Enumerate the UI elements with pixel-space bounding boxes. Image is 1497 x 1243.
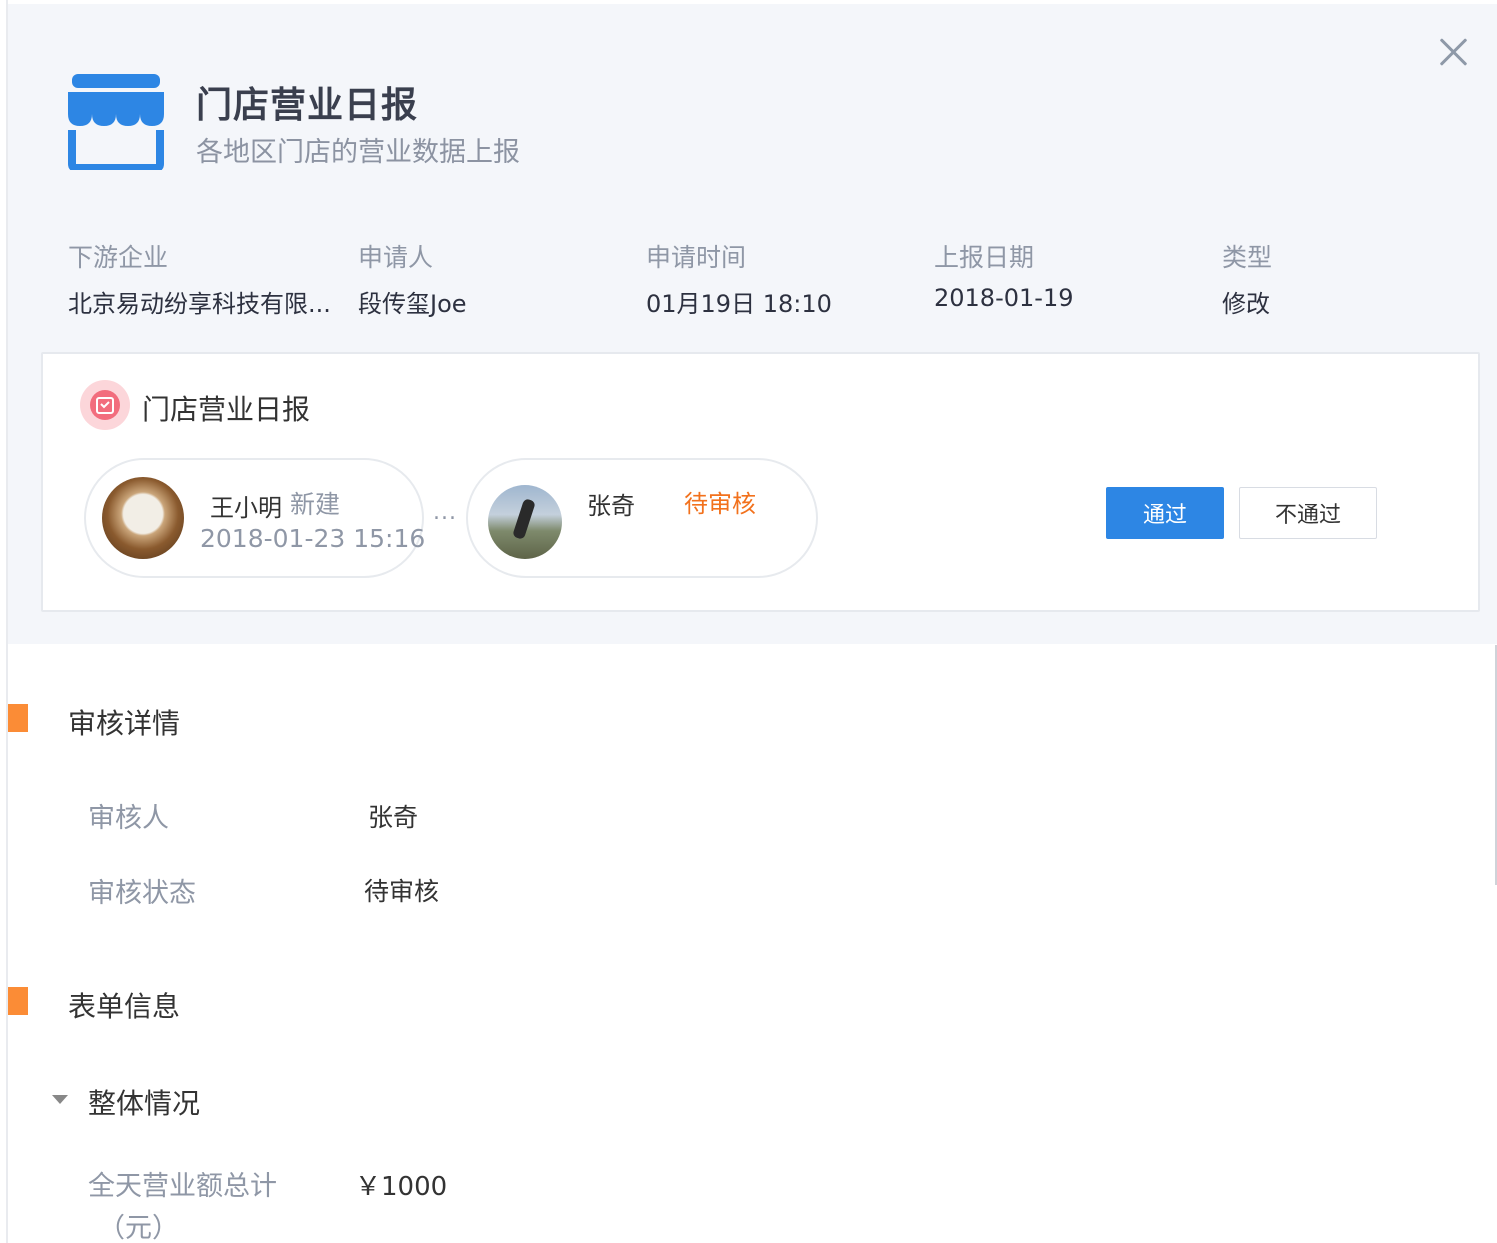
report-date-label: 上报日期 bbox=[934, 243, 1035, 272]
section-marker bbox=[8, 704, 28, 732]
report-date-value: 2018-01-19 bbox=[934, 284, 1074, 312]
close-button[interactable] bbox=[1436, 34, 1472, 70]
flow-card-title: 门店营业日报 bbox=[142, 393, 311, 426]
review-status-value: 待审核 bbox=[364, 877, 440, 906]
left-divider bbox=[6, 0, 8, 1243]
avatar bbox=[102, 477, 184, 559]
page-subtitle: 各地区门店的营业数据上报 bbox=[196, 137, 520, 168]
apply-time-value: 01月19日 18:10 bbox=[646, 290, 832, 318]
applicant-value: 段传玺Joe bbox=[358, 290, 467, 318]
applicant-label: 申请人 bbox=[358, 243, 434, 272]
revenue-unit: （元） bbox=[98, 1213, 179, 1243]
flow-more[interactable]: ... bbox=[433, 500, 457, 525]
form-section-title: 表单信息 bbox=[68, 990, 181, 1023]
approve-button[interactable]: 通过 bbox=[1106, 487, 1224, 539]
group-title[interactable]: 整体情况 bbox=[88, 1082, 200, 1122]
report-icon bbox=[80, 380, 130, 430]
reviewer-label: 审核人 bbox=[88, 803, 169, 834]
type-label: 类型 bbox=[1222, 243, 1273, 272]
reviewer-value: 张奇 bbox=[368, 803, 419, 832]
store-icon bbox=[68, 74, 164, 170]
revenue-label-text: 全天营业额总计 bbox=[88, 1171, 277, 1202]
creator-time: 2018-01-23 15:16 bbox=[200, 524, 426, 553]
downstream-label: 下游企业 bbox=[68, 243, 169, 272]
review-status-label: 审核状态 bbox=[88, 878, 196, 909]
caret-down-icon[interactable] bbox=[52, 1095, 68, 1104]
reject-button[interactable]: 不通过 bbox=[1239, 487, 1377, 539]
creator-name: 王小明 bbox=[210, 494, 282, 522]
clipboard-check-icon bbox=[96, 397, 114, 414]
creator-action: 新建 bbox=[290, 490, 341, 519]
downstream-value: 北京易动纷享科技有限... bbox=[68, 290, 331, 318]
revenue-value: ￥1000 bbox=[355, 1172, 448, 1202]
avatar bbox=[488, 485, 562, 559]
section-marker bbox=[8, 987, 28, 1015]
apply-time-label: 申请时间 bbox=[646, 243, 747, 272]
revenue-label: 全天营业额总计 （元） bbox=[88, 1166, 318, 1243]
reviewer-name: 张奇 bbox=[587, 492, 635, 520]
review-section-title: 审核详情 bbox=[68, 707, 181, 740]
reviewer-status: 待审核 bbox=[684, 490, 756, 518]
type-value: 修改 bbox=[1222, 290, 1270, 318]
page-title: 门店营业日报 bbox=[196, 85, 419, 126]
